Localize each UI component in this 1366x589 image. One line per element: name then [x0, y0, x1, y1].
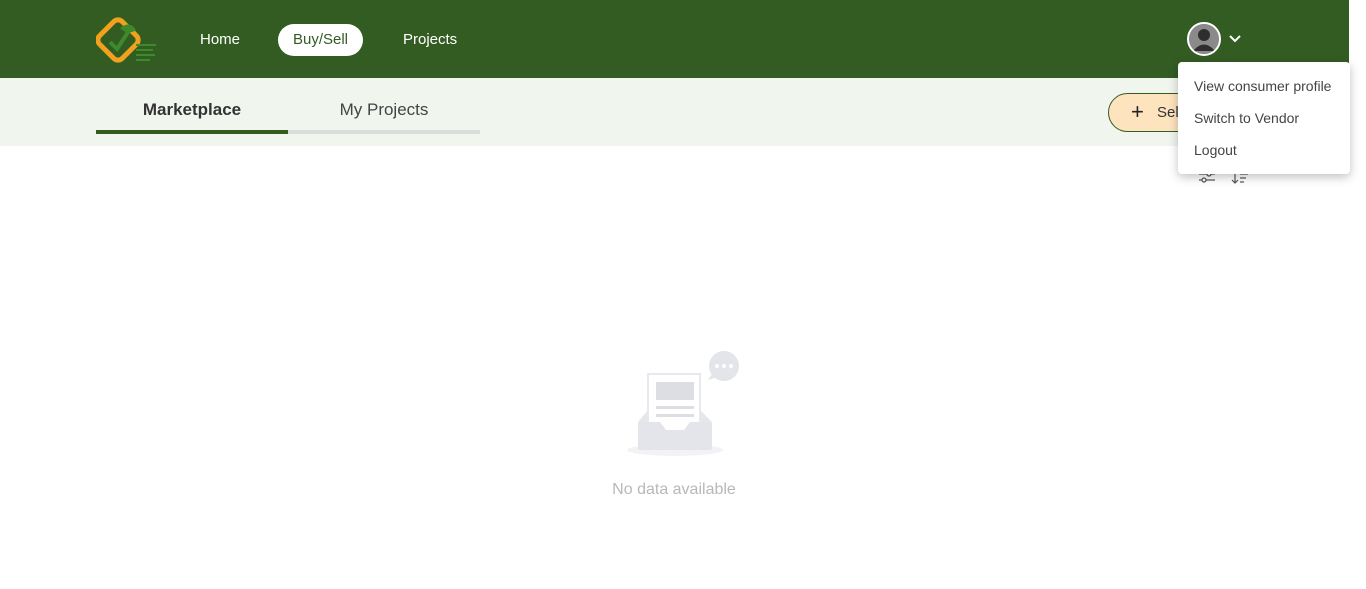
sell-button-label: Sel	[1157, 104, 1179, 121]
menu-switch-to-vendor[interactable]: Switch to Vendor	[1194, 110, 1299, 126]
logo[interactable]	[96, 16, 158, 64]
user-avatar-icon[interactable]	[1187, 22, 1221, 56]
empty-state-text: No data available	[612, 481, 736, 498]
nav-buy-sell[interactable]: Buy/Sell	[278, 24, 363, 56]
tab-my-projects[interactable]: My Projects	[288, 88, 480, 134]
chevron-down-icon[interactable]	[1227, 31, 1243, 47]
nav-projects[interactable]: Projects	[403, 24, 457, 56]
user-menu-dropdown: View consumer profile Switch to Vendor L…	[1178, 62, 1350, 174]
plus-icon: +	[1131, 99, 1144, 124]
tab-marketplace[interactable]: Marketplace	[96, 88, 288, 134]
menu-logout[interactable]: Logout	[1194, 142, 1237, 158]
user-silhouette-icon	[1189, 24, 1219, 54]
menu-view-consumer-profile[interactable]: View consumer profile	[1194, 78, 1331, 94]
nav-home[interactable]: Home	[200, 24, 240, 56]
